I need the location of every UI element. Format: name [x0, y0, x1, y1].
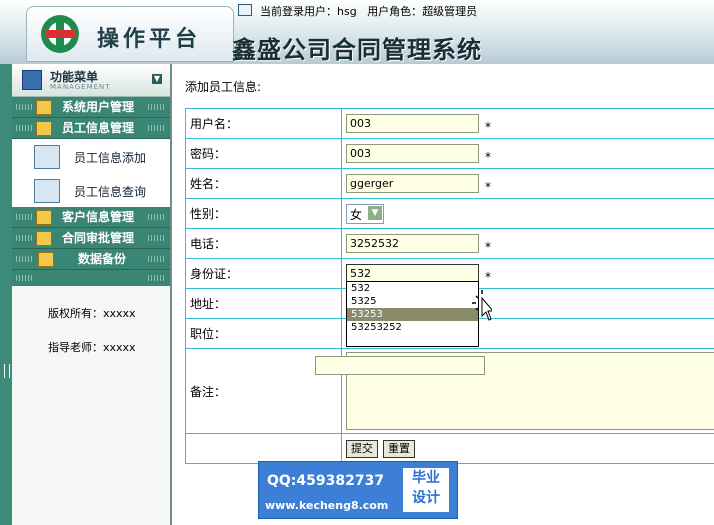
stripes-decoration	[16, 104, 32, 110]
form-row-actions: 提交 重置	[185, 433, 714, 464]
sidebar-item-query-employee[interactable]: 员工信息查询	[12, 173, 170, 207]
required-mark: *	[485, 179, 491, 194]
copyright-text: 版权所有：xxxxx	[48, 307, 136, 320]
login-user: hsg	[337, 5, 357, 18]
menu-header: 功能菜单 MANAGEMENT ▼	[12, 64, 170, 97]
reset-button[interactable]: 重置	[383, 439, 415, 458]
stripes-decoration	[148, 104, 164, 110]
id-card-label: 身份证：	[185, 258, 342, 289]
menu-folder-icon	[22, 70, 42, 90]
position-label: 职位：	[185, 318, 342, 349]
autocomplete-popup: 532 5325 53253 53253252	[346, 281, 479, 347]
add-employee-icon	[34, 145, 60, 169]
stripes-decoration	[16, 235, 32, 241]
stripes-decoration	[148, 214, 164, 220]
sidebar-item-label: 员工信息查询	[74, 185, 147, 199]
watermark-banner: QQ:459382737 www.kecheng8.com 毕业 设计	[258, 461, 458, 519]
section-label: 数据备份	[78, 252, 127, 266]
form-row-gender: 性别： 女 ▼	[185, 198, 714, 229]
watermark-badge-line2: 设计	[412, 490, 440, 506]
role-value: 超级管理员	[422, 5, 478, 18]
form-title: 添加员工信息:	[185, 80, 262, 94]
form-row-phone: 电话： 3252532 *	[185, 228, 714, 259]
stripes-decoration	[148, 235, 164, 241]
sidebar-section-employee-info[interactable]: 员工信息管理	[12, 118, 170, 139]
app-header: 操作平台 当前登录用户：hsg 用户角色：超级管理员 鑫盛公司合同管理系统	[0, 0, 714, 65]
form-row-password: 密码： 003 *	[185, 138, 714, 169]
stripes-decoration	[148, 256, 164, 262]
section-label: 员工信息管理	[62, 121, 135, 135]
password-label: 密码：	[185, 138, 342, 169]
platform-title: 操作平台	[97, 26, 202, 52]
logo-tab: 操作平台	[26, 6, 234, 62]
sidebar: 功能菜单 MANAGEMENT ▼ 系统用户管理 员工信息管理 员工信息添加 员…	[12, 64, 172, 525]
required-mark: *	[485, 149, 491, 164]
login-info: 当前登录用户：hsg 用户角色：超级管理员	[238, 2, 477, 22]
autocomplete-option[interactable]: 53253252	[347, 321, 478, 334]
gender-select[interactable]: 女 ▼	[346, 203, 384, 224]
folder-icon	[36, 100, 52, 115]
address-label: 地址：	[185, 288, 342, 319]
name-label: 姓名：	[185, 168, 342, 199]
watermark-badge: 毕业 设计	[403, 468, 449, 512]
folder-icon	[38, 252, 54, 267]
menu-subtitle: MANAGEMENT	[50, 83, 111, 91]
chevron-down-icon[interactable]: ▼	[368, 205, 382, 220]
autocomplete-option-highlighted[interactable]: 53253	[347, 308, 478, 321]
system-title: 鑫盛公司合同管理系统	[232, 35, 482, 64]
folder-icon	[36, 210, 52, 225]
sidebar-section-customer-info[interactable]: 客户信息管理	[12, 207, 170, 228]
watermark-qq: QQ:459382737	[267, 473, 385, 489]
section-label: 合同审批管理	[62, 231, 135, 245]
required-mark: *	[485, 239, 491, 254]
advisor-text: 指导老师：xxxxx	[48, 341, 136, 354]
stripes-decoration	[16, 214, 32, 220]
mouse-pointer-icon	[472, 290, 492, 321]
query-employee-icon	[34, 179, 60, 203]
watermark-badge-line1: 毕业	[412, 470, 440, 486]
password-input[interactable]: 003	[346, 143, 479, 163]
collapse-icon[interactable]: ▼	[152, 74, 162, 84]
sidebar-item-label: 员工信息添加	[74, 151, 147, 165]
folder-icon	[36, 121, 52, 136]
sidebar-bottom-bar	[12, 270, 170, 286]
phone-label: 电话：	[185, 228, 342, 259]
address-input[interactable]	[315, 356, 485, 375]
sidebar-section-data-backup[interactable]: 数据备份	[12, 249, 170, 270]
frame-edge	[0, 64, 12, 525]
frame-resize-grip[interactable]	[4, 364, 10, 378]
username-label: 用户名：	[185, 108, 342, 139]
form-row-name: 姓名： ggerger *	[185, 168, 714, 199]
gender-label: 性别：	[185, 198, 342, 229]
user-window-icon	[238, 4, 252, 16]
username-input[interactable]: 003	[346, 113, 479, 133]
required-mark: *	[485, 119, 491, 134]
stripes-decoration	[16, 125, 32, 131]
stripes-decoration	[16, 275, 32, 281]
login-label: 当前登录用户：	[260, 5, 337, 18]
watermark-site: www.kecheng8.com	[265, 499, 389, 512]
sidebar-section-contract-approval[interactable]: 合同审批管理	[12, 228, 170, 249]
autocomplete-option[interactable]: 532	[347, 282, 478, 295]
section-label: 客户信息管理	[62, 210, 135, 224]
form-row-username: 用户名： 003 *	[185, 108, 714, 139]
folder-icon	[36, 231, 52, 246]
name-input[interactable]: ggerger	[346, 173, 479, 193]
id-card-input[interactable]: 532	[346, 263, 479, 283]
stripes-decoration	[16, 256, 32, 262]
autocomplete-option[interactable]: 5325	[347, 295, 478, 308]
section-label: 系统用户管理	[62, 100, 135, 114]
stripes-decoration	[148, 125, 164, 131]
bank-logo-icon	[41, 15, 79, 53]
gender-value: 女	[350, 207, 363, 222]
stripes-decoration	[148, 275, 164, 281]
sidebar-item-add-employee[interactable]: 员工信息添加	[12, 139, 170, 173]
sidebar-section-system-users[interactable]: 系统用户管理	[12, 97, 170, 118]
phone-input[interactable]: 3252532	[346, 233, 479, 253]
submit-button[interactable]: 提交	[346, 439, 378, 458]
required-mark: *	[485, 269, 491, 284]
role-label: 用户角色：	[367, 5, 423, 18]
